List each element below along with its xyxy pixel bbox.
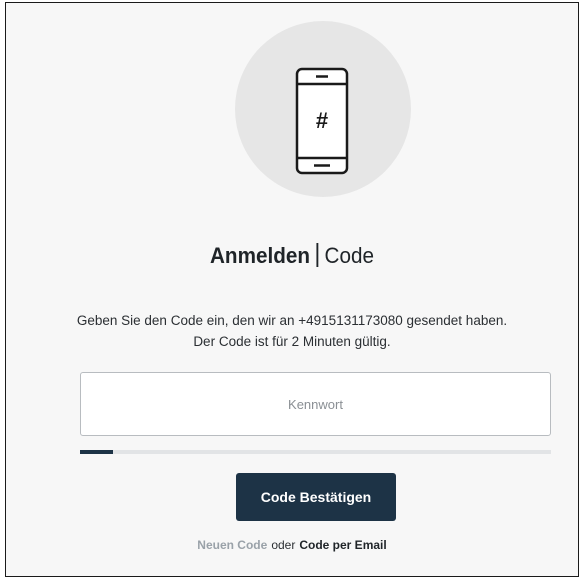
code-input[interactable] [81,372,550,436]
code-input-wrapper [80,372,551,436]
title-divider [316,243,318,267]
or-label: oder [271,538,296,552]
code-timer-progress [80,450,551,454]
alternative-actions: Neuen Code oder Code per Email [6,538,578,552]
hash-symbol: # [316,108,328,133]
new-code-link[interactable]: Neuen Code [197,538,267,552]
login-card: # Anmelden Code Geben Sie den Code ein, d… [5,2,579,577]
instruction-line-2: Der Code ist für 2 Minuten gültig. [193,334,391,349]
page-title: Anmelden Code [23,243,561,269]
code-per-email-link[interactable]: Code per Email [299,538,386,552]
title-anmelden: Anmelden [209,243,310,268]
code-timer-progress-fill [80,450,113,454]
confirm-code-button[interactable]: Code Bestätigen [236,473,396,521]
instruction-line-1: Geben Sie den Code ein, den wir an +4915… [76,313,508,328]
illustration-circle: # [235,21,411,197]
title-code: Code [324,243,374,268]
smartphone-hash-icon: # [295,67,349,175]
instruction-text: Geben Sie den Code ein, den wir an +4915… [6,310,578,352]
